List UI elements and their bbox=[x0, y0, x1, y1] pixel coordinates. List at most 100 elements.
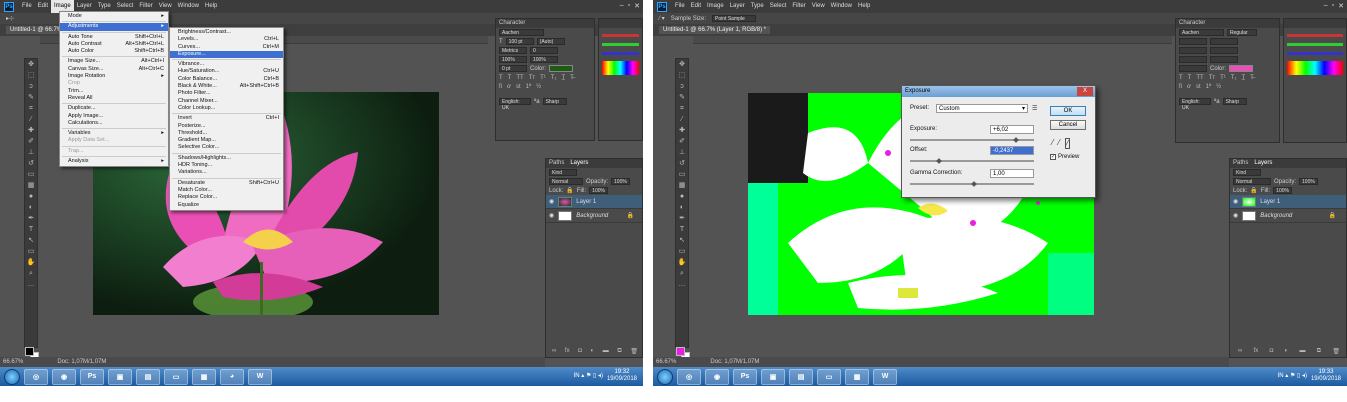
baseline-field[interactable]: 0 pt bbox=[499, 65, 527, 72]
tracking-field[interactable]: 0 bbox=[530, 47, 558, 54]
taskbar-image-icon[interactable]: ▤ bbox=[789, 368, 813, 385]
taskbar-app-icon[interactable]: ▦ bbox=[192, 368, 216, 385]
eyedropper-icon[interactable]: ⁄ bbox=[676, 114, 688, 125]
more-tools-icon[interactable]: … bbox=[676, 279, 688, 290]
ok-button[interactable]: OK bbox=[1050, 106, 1086, 116]
menu-help[interactable]: Help bbox=[855, 0, 873, 13]
layer-filter-select[interactable]: Kind bbox=[549, 169, 577, 176]
system-tray[interactable]: IN ▴ ⚑ ▯ ◂) bbox=[574, 372, 603, 379]
blur-icon[interactable]: ● bbox=[676, 191, 688, 202]
underline-icon[interactable]: T̲ bbox=[561, 75, 565, 81]
black-eyedropper-icon[interactable]: ⁄ bbox=[1052, 138, 1053, 149]
menu-edit[interactable]: Edit bbox=[35, 0, 51, 13]
shape-icon[interactable]: ▭ bbox=[676, 246, 688, 257]
gradient-icon[interactable]: ▦ bbox=[676, 180, 688, 191]
quick-select-icon[interactable]: ✎ bbox=[25, 92, 37, 103]
link-icon[interactable]: ∞ bbox=[552, 348, 556, 355]
horizontal-scale-field[interactable]: 100% bbox=[530, 56, 558, 63]
blue-slider[interactable] bbox=[1287, 52, 1343, 55]
taskbar-app-icon[interactable]: ▣ bbox=[761, 368, 785, 385]
underline-icon[interactable]: T̲ bbox=[1241, 75, 1245, 81]
blue-slider[interactable] bbox=[602, 52, 639, 55]
history-brush-icon[interactable]: ↺ bbox=[25, 158, 37, 169]
exposure-field[interactable]: +6,02 bbox=[990, 125, 1034, 134]
menu-select[interactable]: Select bbox=[767, 0, 790, 13]
menu-item[interactable]: Equalize bbox=[170, 202, 283, 209]
maximize-icon[interactable]: ▫ bbox=[628, 2, 630, 10]
type-icon[interactable]: T bbox=[676, 224, 688, 235]
font-family-select[interactable]: Aachen bbox=[499, 29, 544, 36]
start-button[interactable] bbox=[657, 368, 673, 385]
small-caps-icon[interactable]: Tт bbox=[1209, 75, 1215, 81]
menu-item[interactable]: Invert Ctrl+I bbox=[170, 115, 283, 122]
taskbar-folder-icon[interactable]: ▭ bbox=[164, 368, 188, 385]
menu-file[interactable]: File bbox=[672, 0, 688, 13]
eyedropper-icon[interactable]: ⁄ ▾ bbox=[659, 15, 665, 22]
menu-item[interactable]: Desaturate Shift+Ctrl+U bbox=[170, 180, 283, 187]
link-icon[interactable]: ∞ bbox=[1238, 348, 1242, 355]
leading-field[interactable]: (Auto) bbox=[536, 38, 565, 45]
stamp-icon[interactable]: ⊥ bbox=[676, 147, 688, 158]
menu-filter[interactable]: Filter bbox=[789, 0, 808, 13]
adjustment-icon[interactable]: ◐ bbox=[1285, 348, 1289, 355]
gray-eyedropper-icon[interactable]: ⁄ bbox=[1058, 138, 1059, 149]
menu-window[interactable]: Window bbox=[175, 0, 202, 13]
lock-icon[interactable]: 🔒 bbox=[1250, 187, 1257, 194]
menu-item[interactable]: Brightness/Contrast... bbox=[170, 29, 283, 36]
type-icon[interactable]: T bbox=[25, 224, 37, 235]
system-tray[interactable]: IN ▴ ⚑ ▯ ◂) bbox=[1278, 372, 1307, 379]
document-tab[interactable]: Untitled-1 @ 66.7% bbox=[6, 26, 67, 34]
dodge-icon[interactable]: ◐ bbox=[25, 202, 37, 213]
blend-mode-select[interactable]: Normal bbox=[1233, 178, 1271, 185]
menu-item[interactable]: Color Lookup... bbox=[170, 105, 283, 112]
ligature-icon[interactable]: fi bbox=[1179, 84, 1182, 90]
minimize-icon[interactable]: – bbox=[1324, 2, 1328, 10]
faux-italic-icon[interactable]: T bbox=[508, 75, 512, 81]
menu-item[interactable]: Trim... bbox=[60, 88, 168, 95]
fx-icon[interactable]: fx bbox=[1254, 348, 1259, 355]
fraction-icon[interactable]: ½ bbox=[536, 84, 541, 90]
dodge-icon[interactable]: ◐ bbox=[676, 202, 688, 213]
taskbar-folder-icon[interactable]: ▭ bbox=[817, 368, 841, 385]
menu-item[interactable]: Auto Tone Shift+Ctrl+L bbox=[60, 34, 168, 41]
eyedropper-icon[interactable]: ⁄ bbox=[25, 114, 37, 125]
green-slider[interactable] bbox=[602, 43, 639, 46]
taskbar-app-icon[interactable]: ▣ bbox=[108, 368, 132, 385]
menu-item[interactable]: Vibrance... bbox=[170, 61, 283, 68]
menu-item[interactable]: Photo Filter... bbox=[170, 90, 283, 97]
all-caps-icon[interactable]: TT bbox=[1196, 75, 1203, 81]
more-tools-icon[interactable]: … bbox=[25, 279, 37, 290]
new-layer-icon[interactable]: ⧉ bbox=[1317, 348, 1321, 355]
eraser-icon[interactable]: ▭ bbox=[676, 169, 688, 180]
font-family-select[interactable]: Aachen bbox=[1179, 29, 1224, 36]
visibility-eye-icon[interactable]: ◉ bbox=[1233, 198, 1238, 205]
tab-paths[interactable]: Paths bbox=[549, 159, 564, 168]
kerning-field[interactable]: Metrics bbox=[499, 47, 527, 54]
antialias-select[interactable]: Sharp bbox=[1222, 98, 1247, 105]
subscript-icon[interactable]: T₁ bbox=[1231, 75, 1237, 81]
font-style-select[interactable]: Regular bbox=[1227, 29, 1257, 36]
taskbar-photoshop-icon[interactable]: Ps bbox=[733, 368, 757, 385]
menu-item[interactable]: Reveal All bbox=[60, 95, 168, 102]
preview-option[interactable]: ✓ Preview bbox=[1050, 154, 1079, 160]
clock[interactable]: 19:32 19/09/2018 bbox=[607, 369, 637, 383]
move-icon[interactable]: ✥ bbox=[25, 59, 37, 70]
strikethrough-icon[interactable]: T̶ bbox=[570, 75, 574, 81]
swash-icon[interactable]: st bbox=[1196, 84, 1201, 90]
start-button[interactable] bbox=[4, 368, 20, 385]
layer-row[interactable]: ◉ Background 🔒 bbox=[1230, 209, 1346, 223]
ligature-icon[interactable]: fi bbox=[499, 84, 502, 90]
preset-options-icon[interactable]: ☰ bbox=[1032, 105, 1037, 112]
oldstyle-icon[interactable]: ơ bbox=[1187, 84, 1191, 90]
red-slider[interactable] bbox=[1287, 34, 1343, 37]
white-eyedropper-icon[interactable]: ⁄ bbox=[1064, 138, 1071, 149]
vertical-scale-field[interactable]: 100% bbox=[499, 56, 527, 63]
language-select[interactable]: English: UK bbox=[1179, 98, 1211, 111]
menu-item[interactable]: Color Balance... Ctrl+B bbox=[170, 76, 283, 83]
offset-slider[interactable] bbox=[910, 160, 1034, 162]
menu-help[interactable]: Help bbox=[202, 0, 220, 13]
green-slider[interactable] bbox=[1287, 43, 1343, 46]
visibility-eye-icon[interactable]: ◉ bbox=[549, 212, 554, 219]
foreground-color-swatch[interactable] bbox=[25, 347, 34, 356]
trash-icon[interactable]: 🗑 bbox=[630, 348, 638, 355]
